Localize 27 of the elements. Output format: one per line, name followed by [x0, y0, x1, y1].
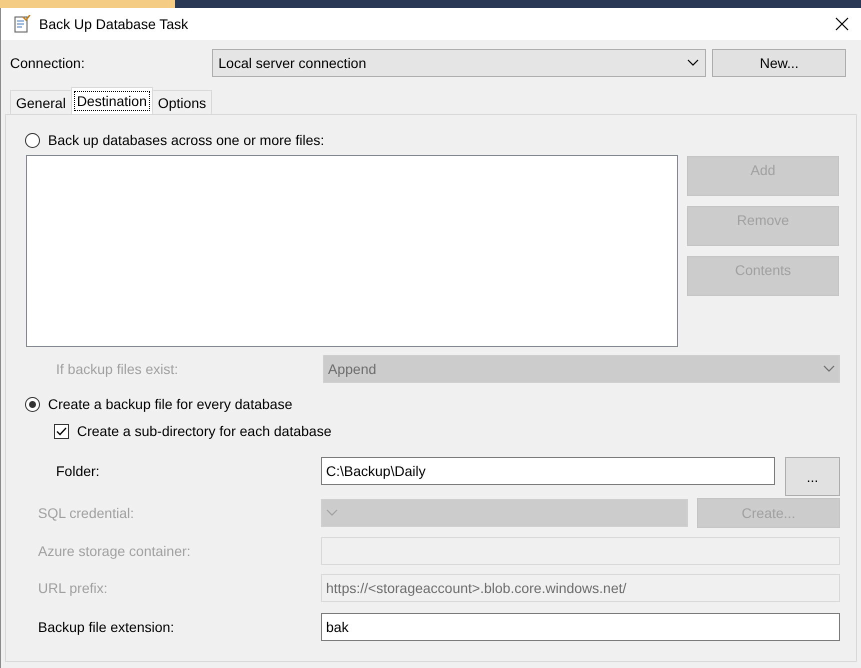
option-label: Create a backup file for every database — [48, 396, 292, 412]
task-icon — [14, 15, 31, 33]
checkbox[interactable] — [54, 424, 69, 438]
chevron-down-icon — [687, 58, 700, 66]
field-label: Azure storage container: — [38, 543, 192, 559]
text-field[interactable]: C:\Backup\Daily — [321, 457, 775, 485]
field-label: If backup files exist: — [56, 360, 180, 376]
radio-button[interactable] — [25, 132, 40, 148]
tab[interactable]: General — [10, 90, 72, 114]
field-label: SQL credential: — [38, 505, 135, 521]
checkbox-label: Create a sub-directory for each database — [77, 423, 332, 439]
field-label: Folder: — [56, 463, 101, 479]
text-field[interactable]: bak — [321, 613, 840, 641]
chevron-down-icon — [823, 364, 835, 372]
option-label: Back up databases across one or more files: — [48, 132, 324, 148]
connection-label: Connection: — [10, 54, 86, 70]
field-label: Backup file extension: — [38, 619, 176, 635]
radio-button[interactable] — [25, 396, 40, 412]
window-title: Back Up Database Task — [39, 16, 190, 32]
tab[interactable]: Options — [152, 90, 212, 114]
close-icon[interactable] — [835, 17, 849, 31]
connection-dropdown[interactable]: Local server connection — [212, 48, 706, 76]
browse-button[interactable]: ... — [785, 457, 840, 496]
tab[interactable]: Destination — [70, 87, 153, 114]
chevron-down-icon — [326, 509, 338, 517]
new-button[interactable]: New... — [712, 48, 846, 76]
field-label: URL prefix: — [38, 580, 109, 596]
